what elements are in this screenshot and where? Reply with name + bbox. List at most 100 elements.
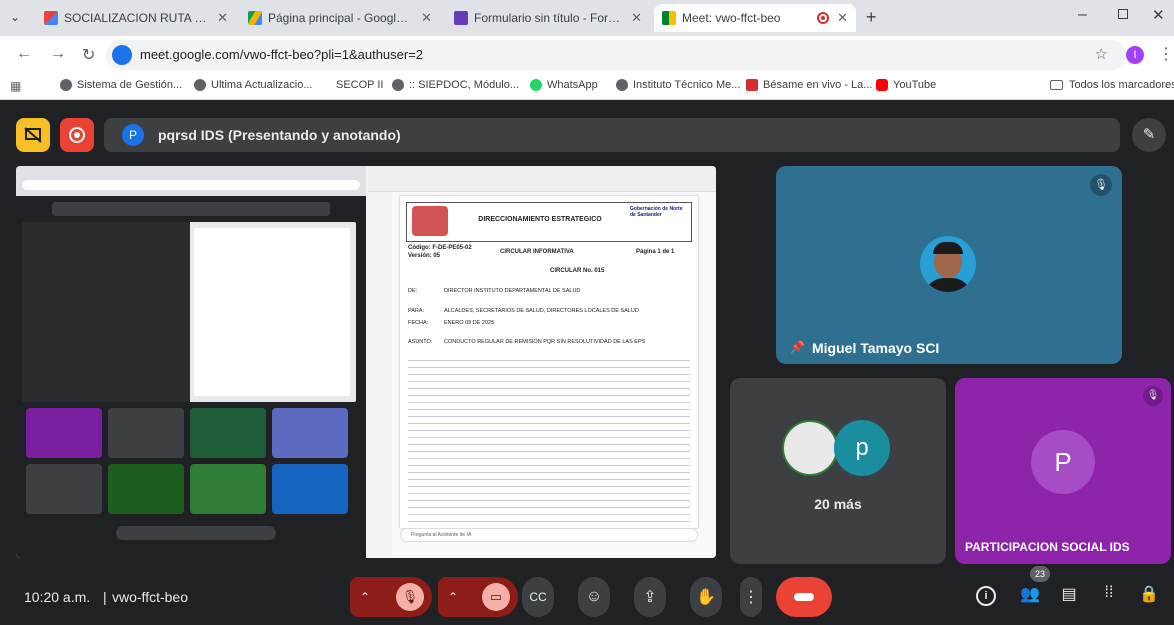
end-call-icon xyxy=(794,593,814,601)
close-icon[interactable]: ✕ xyxy=(837,10,848,26)
ai-chat-bar[interactable]: Pregunta al Asistente de IA xyxy=(400,528,698,542)
tab-search-icon[interactable]: ⌄ xyxy=(10,10,20,24)
bookmark-secop[interactable]: SECOP II xyxy=(336,79,383,91)
address-row: ← → ↻ meet.google.com/vwo-ffct-beo?pli=1… xyxy=(0,36,1174,74)
tab-title: Página principal - Google Drive xyxy=(268,11,413,25)
folder-icon xyxy=(1050,80,1063,90)
asunto-value: CONDUCTO REGULAR DE REMISION PQR SIN RES… xyxy=(444,339,646,345)
drive-icon xyxy=(248,11,262,25)
apps-grid-icon[interactable]: ▦ xyxy=(10,79,21,93)
circular-number: CIRCULAR No. 015 xyxy=(550,268,605,274)
nested-tile xyxy=(190,464,266,514)
participant-name: Miguel Tamayo SCI xyxy=(812,340,940,356)
chevron-up-icon[interactable]: ⌃ xyxy=(448,590,458,604)
bookmark-besame[interactable]: Bésame en vivo - La... xyxy=(746,79,872,91)
bookmarks-bar: ▦ Sistema de Gestión... Ultima Actualiza… xyxy=(0,74,1174,100)
recording-icon xyxy=(817,12,830,24)
nested-tile xyxy=(26,464,102,514)
restore-button[interactable] xyxy=(1118,9,1128,19)
record-icon xyxy=(69,127,85,143)
people-button[interactable]: 👥 xyxy=(1018,584,1042,608)
present-off-icon xyxy=(24,127,42,143)
site-info-icon[interactable] xyxy=(112,45,132,65)
tab-meet[interactable]: Meet: vwo-ffct-beo ✕ xyxy=(654,4,856,32)
profile-avatar[interactable]: I xyxy=(1126,46,1144,64)
nested-browser xyxy=(16,166,366,558)
doc-code: Código: F-DE-PE05-02 xyxy=(408,245,472,251)
close-icon[interactable]: ✕ xyxy=(217,10,228,26)
meeting-info-button[interactable]: i xyxy=(976,586,996,606)
chevron-up-icon[interactable]: ⌃ xyxy=(360,590,370,604)
de-value: DIRECTOR INSTITUTO DEPARTAMENTAL DE SALU… xyxy=(444,288,581,294)
de-label: DE: xyxy=(408,288,418,294)
more-options-button[interactable]: ⋮ xyxy=(740,577,762,617)
record-button[interactable] xyxy=(60,118,94,152)
globe-icon xyxy=(60,79,72,91)
bookmark-ultima[interactable]: Ultima Actualizacio... xyxy=(194,79,312,91)
bookmark-youtube[interactable]: YouTube xyxy=(876,79,936,91)
avatar xyxy=(782,420,838,476)
pin-icon: 📌 xyxy=(790,340,805,354)
kebab-menu-icon[interactable]: ⋮ xyxy=(1158,44,1174,64)
bookmark-siepdoc[interactable]: :: SIEPDOC, Módulo... xyxy=(392,79,519,91)
tab-title: Meet: vwo-ffct-beo xyxy=(682,11,781,25)
host-controls-button[interactable]: 🔒 xyxy=(1138,584,1160,606)
annotate-button[interactable]: ✎ xyxy=(1132,118,1166,152)
present-button[interactable]: ⇪ xyxy=(634,577,666,617)
participant-tile-miguel[interactable]: 🎙 📌 Miguel Tamayo SCI xyxy=(776,166,1122,364)
end-call-button[interactable] xyxy=(776,577,832,617)
activities-button[interactable]: ⁞⁞ xyxy=(1098,584,1120,606)
nested-tile xyxy=(108,464,184,514)
para-value: ALCALDES, SECRETARIOS DE SALUD, DIRECTOR… xyxy=(444,308,639,314)
emoji-button[interactable]: ☺ xyxy=(578,577,610,617)
presenter-label: pqrsd IDS (Presentando y anotando) xyxy=(158,127,401,143)
nested-tile xyxy=(272,408,348,458)
bookmark-star-icon[interactable]: ☆ xyxy=(1095,45,1108,63)
stop-presenting-button[interactable] xyxy=(16,118,50,152)
presenter-avatar: P xyxy=(122,124,144,146)
captions-button[interactable]: CC xyxy=(522,577,554,617)
address-bar[interactable]: meet.google.com/vwo-ffct-beo?pli=1&authu… xyxy=(106,40,1126,70)
doc-body xyxy=(408,356,690,522)
all-bookmarks[interactable]: Todos los marcadores xyxy=(1050,79,1174,91)
participant-tile-participacion[interactable]: 🎙 P PARTICIPACION SOCIAL IDS xyxy=(955,378,1171,564)
close-icon[interactable]: ✕ xyxy=(631,10,642,26)
reload-icon[interactable]: ↻ xyxy=(82,45,95,65)
bookmark-sistema[interactable]: Sistema de Gestión... xyxy=(60,79,182,91)
whatsapp-icon xyxy=(530,79,542,91)
tab-google-drive[interactable]: Página principal - Google Drive ✕ xyxy=(240,4,440,32)
nested-presenter-bar xyxy=(52,202,330,216)
meeting-separator: | xyxy=(103,589,107,605)
camera-off-icon[interactable]: ▭ xyxy=(482,583,510,611)
pdf-page: DIRECCIONAMIENTO ESTRATEGICO Gobernación… xyxy=(400,196,698,528)
close-icon[interactable]: ✕ xyxy=(421,10,432,26)
chat-button[interactable]: ▤ xyxy=(1058,584,1080,606)
back-icon[interactable]: ← xyxy=(16,45,32,63)
participant-tile-more[interactable]: p 20 más xyxy=(730,378,946,564)
mic-group: ⌃ 🎙 xyxy=(350,577,432,617)
ai-chat-prompt: Pregunta al Asistente de IA xyxy=(411,532,472,538)
presenter-bar: P pqrsd IDS (Presentando y anotando) xyxy=(104,118,1120,152)
gmail-icon xyxy=(44,11,58,25)
close-window-button[interactable]: ✕ xyxy=(1152,6,1165,24)
nested-tile xyxy=(26,408,102,458)
raise-hand-button[interactable]: ✋ xyxy=(690,577,722,617)
fecha-value: ENERO 09 DE 2025 xyxy=(444,320,495,326)
meet-area: P pqrsd IDS (Presentando y anotando) ✎ D… xyxy=(0,100,1174,625)
fecha-label: FECHA: xyxy=(408,320,429,326)
tab-formulario[interactable]: Formulario sin título - Formular ✕ xyxy=(446,4,650,32)
besame-icon xyxy=(746,79,758,91)
asunto-label: ASUNTO: xyxy=(408,339,433,345)
minimize-button[interactable]: – xyxy=(1078,6,1087,24)
youtube-icon xyxy=(876,79,888,91)
new-tab-button[interactable]: + xyxy=(866,7,877,28)
bookmark-instituto[interactable]: Instituto Técnico Me... xyxy=(616,79,740,91)
bookmark-whatsapp[interactable]: WhatsApp xyxy=(530,79,598,91)
meet-icon xyxy=(662,11,676,25)
mic-off-icon[interactable]: 🎙 xyxy=(396,583,424,611)
tab-socializacion[interactable]: SOCIALIZACION RUTA PARA PQ ✕ xyxy=(36,4,236,32)
people-count-badge: 23 xyxy=(1030,566,1050,582)
forward-icon[interactable]: → xyxy=(50,45,66,63)
participant-name: PARTICIPACION SOCIAL IDS xyxy=(965,540,1130,554)
doc-type: CIRCULAR INFORMATIVA xyxy=(500,249,574,255)
